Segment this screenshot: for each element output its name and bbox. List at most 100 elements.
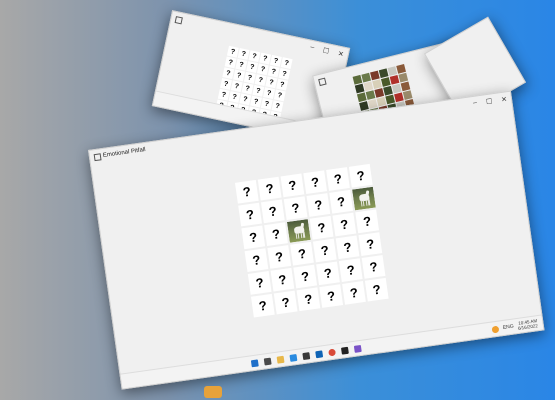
question-mark: ? (280, 294, 291, 311)
memory-card[interactable]: ? (251, 293, 275, 318)
memory-card[interactable]: ? (260, 199, 285, 224)
question-mark: ? (303, 291, 314, 308)
question-mark: ? (254, 274, 265, 291)
question-mark: ? (368, 258, 379, 275)
memory-card[interactable]: ? (280, 173, 305, 198)
edge-icon[interactable] (289, 353, 298, 362)
search-icon[interactable] (250, 358, 259, 367)
question-mark: ? (300, 268, 311, 285)
system-tray[interactable]: ENG 10:45 AM 6/16/2022 (491, 318, 538, 334)
app-icon (174, 15, 183, 24)
memory-card[interactable]: ? (271, 100, 284, 113)
minimize-button[interactable]: – (473, 99, 478, 107)
question-mark: ? (227, 58, 234, 67)
memory-card[interactable]: ? (316, 261, 340, 286)
memory-card[interactable]: ? (296, 287, 321, 312)
memory-card[interactable]: ? (280, 57, 293, 70)
close-button[interactable]: ✕ (501, 95, 508, 104)
memory-card[interactable]: ? (270, 267, 295, 292)
question-mark: ? (223, 80, 229, 88)
question-mark: ? (268, 78, 275, 87)
question-mark: ? (283, 59, 290, 67)
titlebar[interactable] (425, 18, 494, 66)
question-mark: ? (257, 297, 268, 314)
main-window[interactable]: Emotional Pitfall – ☐ ✕ ????????????????… (88, 90, 545, 390)
memory-card[interactable]: ? (306, 193, 331, 217)
memory-card[interactable]: ? (257, 176, 282, 201)
memory-card[interactable] (352, 186, 376, 211)
question-mark: ? (348, 284, 359, 301)
memory-card[interactable]: ? (342, 281, 366, 305)
question-mark: ? (342, 239, 353, 256)
file-explorer-icon[interactable] (276, 355, 285, 364)
memory-card[interactable]: ? (273, 290, 298, 315)
question-mark: ? (225, 69, 232, 78)
window-title: Emotional Pitfall (102, 147, 147, 159)
mail-icon[interactable] (315, 349, 324, 358)
card-grid: ?????????????????????????????????? (235, 163, 389, 318)
terminal-icon[interactable] (340, 346, 349, 355)
app-icon[interactable] (353, 344, 362, 353)
chrome-icon[interactable] (328, 348, 337, 356)
memory-card[interactable]: ? (283, 196, 308, 221)
memory-card[interactable]: ? (338, 258, 363, 282)
close-button[interactable]: ✕ (337, 50, 344, 59)
memory-card[interactable]: ? (247, 271, 272, 295)
memory-card[interactable]: ? (355, 209, 380, 234)
memory-card[interactable]: ? (335, 235, 360, 260)
memory-card[interactable]: ? (348, 163, 373, 188)
question-mark: ? (290, 200, 301, 217)
memory-card[interactable]: ? (276, 78, 289, 91)
question-mark: ? (233, 82, 240, 91)
memory-card[interactable]: ? (358, 232, 383, 256)
memory-card[interactable]: ? (364, 277, 389, 302)
question-mark: ? (241, 183, 252, 200)
memory-card[interactable]: ? (238, 202, 262, 227)
question-mark: ? (281, 70, 288, 78)
minimize-button[interactable]: – (309, 44, 315, 53)
question-mark: ? (371, 281, 382, 298)
task-view-icon[interactable] (263, 357, 272, 365)
question-mark: ? (271, 226, 282, 243)
question-mark: ? (297, 245, 307, 262)
question-mark: ? (339, 216, 350, 233)
memory-card[interactable]: ? (290, 241, 314, 266)
question-mark: ? (240, 50, 247, 58)
question-mark: ? (245, 206, 256, 223)
memory-card[interactable]: ? (244, 248, 269, 272)
memory-card[interactable]: ? (312, 238, 337, 263)
memory-card[interactable]: ? (319, 284, 344, 308)
question-mark: ? (230, 47, 236, 56)
maximize-button[interactable]: ☐ (485, 97, 493, 106)
question-mark: ? (242, 95, 249, 104)
memory-card[interactable]: ? (303, 170, 328, 195)
question-mark: ? (319, 242, 330, 259)
app-icon (318, 77, 327, 86)
memory-card[interactable]: ? (293, 264, 318, 289)
question-mark: ? (263, 99, 270, 108)
memory-card[interactable]: ? (235, 179, 259, 204)
question-mark: ? (253, 97, 259, 106)
language-indicator[interactable]: ENG (503, 324, 515, 331)
memory-card[interactable]: ? (309, 215, 334, 240)
question-mark: ? (267, 203, 278, 220)
store-icon[interactable] (302, 351, 311, 360)
memory-card[interactable]: ? (273, 89, 286, 102)
question-mark: ? (262, 54, 268, 63)
weather-icon (491, 325, 500, 333)
memory-card[interactable]: ? (278, 67, 291, 80)
memory-card[interactable]: ? (361, 255, 386, 279)
weather-widget[interactable] (204, 386, 222, 398)
memory-card[interactable] (286, 219, 311, 243)
memory-card[interactable]: ? (329, 189, 354, 214)
maximize-button[interactable]: ☐ (322, 46, 330, 55)
memory-card[interactable]: ? (264, 222, 288, 247)
memory-card[interactable]: ? (241, 225, 266, 250)
memory-card[interactable]: ? (267, 245, 292, 269)
question-mark: ? (266, 89, 272, 97)
taskbar: ENG 10:45 AM 6/16/2022 (120, 314, 544, 389)
memory-card[interactable]: ? (332, 212, 357, 237)
memory-card[interactable]: ? (326, 167, 350, 191)
question-mark: ? (251, 252, 262, 269)
clock[interactable]: 10:45 AM 6/16/2022 (517, 318, 539, 331)
